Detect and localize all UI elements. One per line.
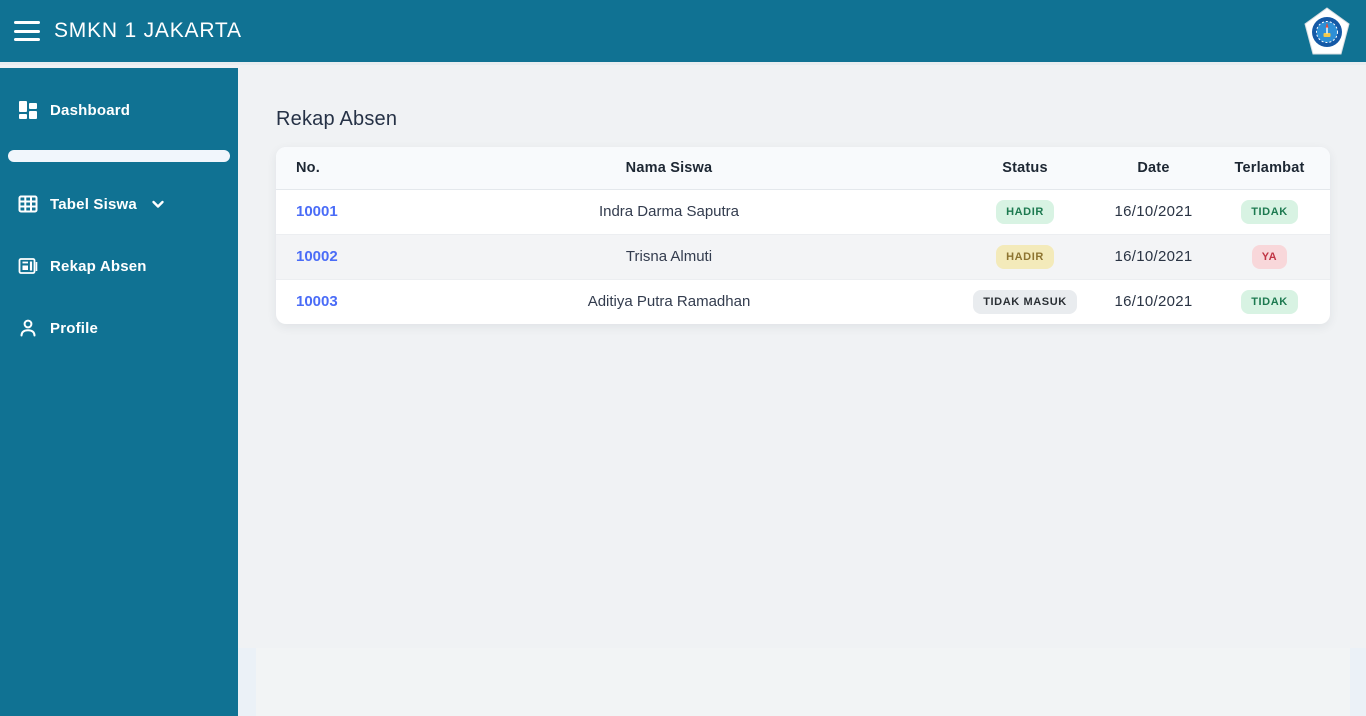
table-row: 10002 Trisna Almuti HADIR 16/10/2021 YA bbox=[276, 233, 1330, 279]
journal-icon bbox=[18, 256, 38, 276]
terlambat-badge: TIDAK bbox=[1241, 289, 1298, 314]
column-header-terlambat: Terlambat bbox=[1209, 147, 1330, 190]
rekap-absen-table: No. Nama Siswa Status Date Terlambat 100… bbox=[276, 147, 1330, 324]
main-content: Rekap Absen No. Nama Siswa Status Date T… bbox=[238, 68, 1366, 716]
date-value: 16/10/2021 bbox=[1114, 203, 1193, 220]
date-value: 16/10/2021 bbox=[1098, 233, 1209, 279]
column-header-status: Status bbox=[952, 147, 1098, 190]
column-header-date: Date bbox=[1098, 147, 1209, 190]
hamburger-menu-icon[interactable] bbox=[14, 21, 40, 41]
person-icon bbox=[18, 318, 38, 338]
dashboard-icon bbox=[18, 100, 38, 120]
date-value: 16/10/2021 bbox=[1098, 278, 1209, 324]
table-row: 10001 Indra Darma Saputra HADIR 16/10/20… bbox=[276, 189, 1330, 234]
footer-band bbox=[238, 648, 1366, 716]
student-id-link[interactable]: 10002 bbox=[296, 248, 338, 265]
student-id-link[interactable]: 10001 bbox=[296, 203, 338, 220]
school-emblem-logo bbox=[1304, 7, 1350, 55]
chevron-down-icon bbox=[151, 197, 165, 211]
sidebar-item-dashboard[interactable]: Dashboard bbox=[0, 90, 238, 130]
sidebar-item-tabel-siswa[interactable]: Tabel Siswa bbox=[0, 184, 238, 224]
rekap-absen-table-card: No. Nama Siswa Status Date Terlambat 100… bbox=[276, 147, 1330, 324]
page-title: Rekap Absen bbox=[276, 108, 398, 130]
sidebar-item-profile[interactable]: Profile bbox=[0, 308, 238, 348]
table-icon bbox=[18, 194, 38, 214]
student-id-link[interactable]: 10003 bbox=[296, 293, 338, 310]
sidebar-divider bbox=[8, 150, 230, 162]
terlambat-badge: YA bbox=[1251, 244, 1288, 269]
sidebar-item-label: Dashboard bbox=[50, 101, 131, 119]
table-header-row: No. Nama Siswa Status Date Terlambat bbox=[276, 147, 1330, 190]
table-row: 10003 Aditiya Putra Ramadhan TIDAK MASUK… bbox=[276, 278, 1330, 324]
student-name: Trisna Almuti bbox=[386, 233, 952, 279]
sidebar-item-label: Tabel Siswa bbox=[50, 195, 137, 213]
column-header-nama-siswa: Nama Siswa bbox=[386, 147, 952, 190]
sidebar-item-label: Rekap Absen bbox=[50, 257, 147, 275]
column-header-no: No. bbox=[276, 147, 386, 190]
app-header: SMKN 1 JAKARTA bbox=[0, 0, 1366, 65]
terlambat-badge: TIDAK bbox=[1241, 199, 1298, 224]
status-badge: HADIR bbox=[996, 244, 1054, 269]
sidebar-nav: Dashboard Tabel Siswa Rekap Absen Profil… bbox=[0, 68, 238, 716]
student-name: Aditiya Putra Ramadhan bbox=[386, 278, 952, 324]
status-badge: TIDAK MASUK bbox=[973, 289, 1077, 314]
sidebar-item-label: Profile bbox=[50, 319, 99, 337]
status-badge: HADIR bbox=[996, 199, 1054, 224]
app-title: SMKN 1 JAKARTA bbox=[54, 19, 242, 42]
student-name: Indra Darma Saputra bbox=[598, 203, 740, 220]
sidebar-item-rekap-absen[interactable]: Rekap Absen bbox=[0, 246, 238, 286]
